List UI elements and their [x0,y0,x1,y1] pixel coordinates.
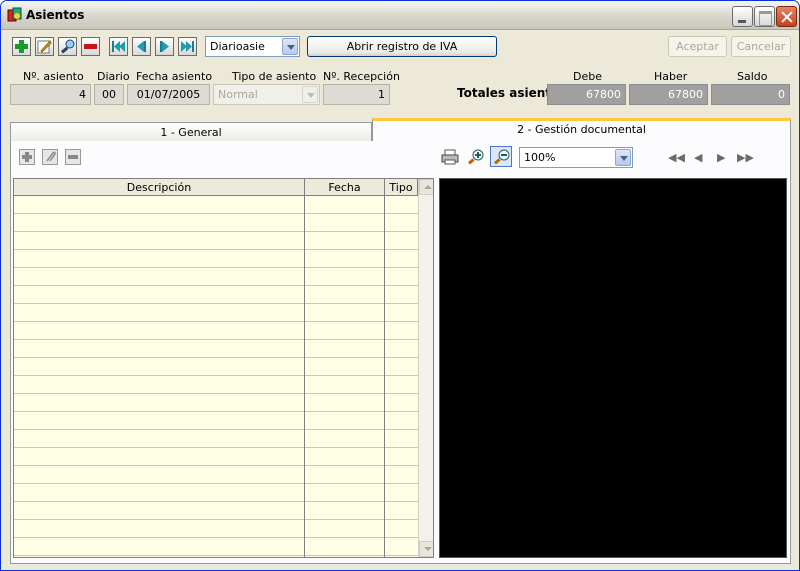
balance-total-field: 0 [711,84,790,105]
chevron-down-icon[interactable] [615,149,631,166]
prev-icon [137,41,146,52]
entry-number-field[interactable]: 4 [10,84,91,105]
search-icon [61,39,75,54]
diary-field[interactable]: 00 [94,84,124,105]
entry-type-select[interactable]: Normal [213,84,320,105]
zoom-value: 100% [524,151,556,164]
zoom-select[interactable]: 100% [519,147,633,168]
column-header-date[interactable]: Fecha [305,179,385,196]
edit-icon [37,40,52,54]
add-icon [15,40,28,53]
maximize-button[interactable] [754,6,775,27]
previous-record-button[interactable] [132,37,151,56]
vertical-scrollbar[interactable] [418,179,433,557]
table-row[interactable] [14,430,418,448]
zoom-out-icon [494,149,510,165]
entry-totals-label: Totales asiento [457,86,560,100]
add-button[interactable] [12,37,31,56]
window-title: Asientos [26,8,85,22]
table-row[interactable] [14,268,418,286]
edit-button[interactable] [35,37,54,56]
column-header-type[interactable]: Tipo [385,179,418,196]
zoom-out-button[interactable] [490,146,512,167]
add-document-button[interactable] [19,149,35,165]
table-row[interactable] [14,214,418,232]
entry-date-label: Fecha asiento [136,70,213,83]
table-row[interactable] [14,466,418,484]
table-row[interactable] [14,232,418,250]
document-viewer[interactable] [439,178,787,558]
title-bar[interactable]: Asientos [1,1,799,30]
table-row[interactable] [14,358,418,376]
diary-select-value: Diarioasie [210,40,265,53]
diary-select[interactable]: Diarioasie [205,36,300,57]
add-icon [22,152,32,162]
asientos-window: Asientos Diarioasie Abrir registro de IV… [0,0,800,571]
table-row[interactable] [14,394,418,412]
table-row[interactable] [14,250,418,268]
minimize-button[interactable] [732,6,753,27]
table-row[interactable] [14,376,418,394]
app-icon [7,7,22,22]
debit-label: Debe [573,70,602,83]
column-header-description[interactable]: Descripción [14,179,305,196]
first-record-button[interactable] [109,37,128,56]
delete-icon [84,44,97,49]
tab-document-management[interactable]: 2 - Gestión documental [372,118,791,142]
accept-button[interactable]: Aceptar [668,36,727,57]
diary-label: Diario [97,70,130,83]
entry-type-value: Normal [218,88,258,101]
documents-table: Descripción Fecha Tipo [13,178,434,558]
table-row[interactable] [14,502,418,520]
minus-icon [68,155,78,159]
previous-page-icon[interactable]: ◀ [694,151,702,164]
tab-general[interactable]: 1 - General [10,122,372,142]
first-page-icon[interactable]: ◀◀ [668,151,685,164]
reception-number-field[interactable]: 1 [323,84,390,105]
balance-label: Saldo [737,70,768,83]
paperclip-icon [46,151,56,162]
table-row[interactable] [14,340,418,358]
entry-number-label: Nº. asiento [23,70,84,83]
entry-date-field[interactable]: 01/07/2005 [127,84,210,105]
open-vat-register-button[interactable]: Abrir registro de IVA [307,36,497,57]
last-page-icon[interactable]: ▶▶ [737,151,754,164]
last-record-button[interactable] [178,37,197,56]
column-divider [304,196,305,557]
zoom-in-icon[interactable] [467,148,485,166]
remove-document-button[interactable] [65,149,81,165]
table-header: Descripción Fecha Tipo [14,179,418,196]
next-page-icon[interactable]: ▶ [717,151,725,164]
table-row[interactable] [14,484,418,502]
entry-type-label: Tipo de asiento [232,70,317,83]
credit-label: Haber [654,70,688,83]
next-record-button[interactable] [155,37,174,56]
attach-document-button[interactable] [42,149,58,165]
table-row[interactable] [14,304,418,322]
reception-number-label: Nº. Recepción [323,70,400,83]
table-row[interactable] [14,286,418,304]
next-icon [160,41,169,52]
table-body[interactable] [14,196,418,557]
print-icon[interactable] [441,148,459,166]
table-row[interactable] [14,448,418,466]
debit-total-field: 67800 [547,84,626,105]
column-divider [384,196,385,557]
table-row[interactable] [14,520,418,538]
search-button[interactable] [58,37,77,56]
last-icon [181,41,194,52]
chevron-down-icon [302,86,318,103]
first-icon [112,41,125,52]
cancel-button[interactable]: Cancelar [731,36,791,57]
chevron-down-icon[interactable] [282,38,298,55]
table-row[interactable] [14,196,418,214]
credit-total-field: 67800 [629,84,708,105]
scroll-down-icon[interactable] [419,541,433,557]
close-button[interactable] [776,6,797,27]
table-row[interactable] [14,412,418,430]
delete-button[interactable] [81,37,100,56]
table-row[interactable] [14,538,418,556]
scroll-up-icon[interactable] [419,179,433,195]
table-row[interactable] [14,322,418,340]
